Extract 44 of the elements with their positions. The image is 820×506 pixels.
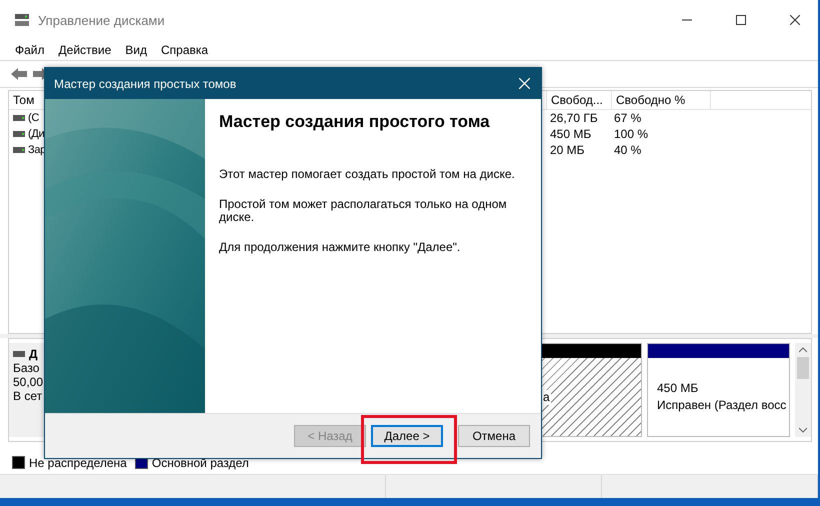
column-header[interactable]: Свобод... — [547, 90, 612, 109]
table-cell-text: 20 МБ — [549, 142, 586, 158]
dialog-button[interactable]: Отмена — [458, 425, 530, 447]
disk-size: 50,00 — [13, 375, 44, 390]
disk-status: В сет — [13, 389, 44, 404]
table-cell-text: 67 % — [613, 110, 642, 126]
dialog-button[interactable]: Далее > — [371, 425, 443, 447]
legend-label: Основной раздел — [152, 456, 249, 470]
partition-text: Исправен (Раздел восс — [656, 398, 788, 414]
partition-text: а — [542, 390, 551, 405]
table-cell-text: 26,70 ГБ — [549, 110, 599, 126]
table-cell-text: 100 % — [613, 126, 650, 142]
back-arrow-icon[interactable] — [10, 66, 28, 81]
close-icon[interactable] — [790, 15, 800, 25]
legend-label: Не распределена — [29, 456, 127, 470]
partition-block[interactable]: 450 МБ Исправен (Раздел восс — [647, 343, 790, 437]
drive-icon — [13, 114, 25, 121]
volume-name: (Ди — [28, 128, 44, 140]
wizard-paragraph: Этот мастер помогает создать простой том на диске. — [219, 168, 516, 181]
maximize-icon[interactable] — [736, 15, 746, 25]
table-cell-text: 450 МБ — [549, 126, 592, 142]
menu-item[interactable]: Файл — [8, 42, 52, 57]
column-header[interactable]: Свободно % — [612, 90, 711, 109]
dialog-title: Мастер создания простых томов — [54, 76, 238, 90]
disk-type: Базо — [13, 361, 40, 376]
volume-name: (С — [28, 112, 40, 124]
scrollbar[interactable] — [795, 343, 811, 437]
scroll-up-icon[interactable] — [799, 347, 807, 354]
drive-icon — [13, 146, 25, 153]
scroll-down-icon[interactable] — [799, 426, 807, 433]
disk-name: Д — [29, 347, 38, 362]
menu-item[interactable]: Вид — [118, 42, 154, 57]
menu-item[interactable]: Справка — [154, 42, 216, 57]
window-title: Управление дисками — [38, 12, 166, 28]
wizard-paragraph: Простой том может располагаться только на одном диске. — [219, 198, 508, 224]
table-cell-text: 40 % — [613, 142, 642, 158]
minimize-icon[interactable] — [682, 19, 692, 21]
scrollbar-thumb[interactable] — [797, 357, 809, 380]
drive-icon — [13, 130, 25, 137]
disk-management-icon — [14, 13, 30, 27]
menu-item[interactable]: Действие — [52, 42, 118, 57]
drive-icon — [13, 351, 25, 358]
wizard-paragraph: Для продолжения нажмите кнопку "Далее". — [219, 241, 462, 254]
wizard-heading: Мастер создания простого тома — [219, 112, 491, 132]
